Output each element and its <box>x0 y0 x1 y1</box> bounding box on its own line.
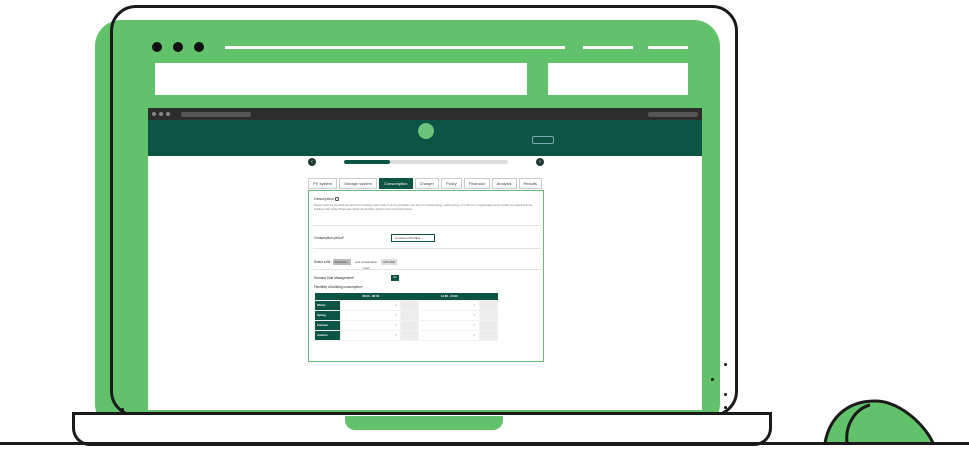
table-header-cell <box>314 293 341 300</box>
table-row: Summer 0 0 <box>314 319 499 331</box>
browser-toolbar <box>148 108 702 120</box>
window-dots <box>152 42 204 52</box>
tab-policy[interactable]: Policy <box>440 178 462 189</box>
flexibility-table: 06:00 - 08:00 14:00 - 24:00 Winter 0 0 Sprin… <box>314 293 499 341</box>
tab-consumption[interactable]: Consumption <box>378 178 413 189</box>
flexibility-input[interactable]: 0 <box>339 319 402 331</box>
table-row: Autumn 0 0 <box>314 329 499 341</box>
tab-analysis[interactable]: Analysis <box>491 178 517 189</box>
tab-storage-system[interactable]: Storage system <box>339 178 377 189</box>
reload-icon[interactable] <box>166 112 170 116</box>
demand-side-toggle[interactable]: No <box>391 275 399 281</box>
laptop-notch <box>345 416 503 430</box>
wizard-tabs: PV system Storage system Consumption Charge… <box>308 178 542 189</box>
right-arrow-icon[interactable]: › <box>536 158 544 166</box>
flexibility-input[interactable] <box>478 329 499 341</box>
table-row: Spring 0 0 <box>314 309 499 321</box>
flexibility-input[interactable]: 0 <box>339 299 402 311</box>
flexibility-input[interactable]: 0 <box>418 299 480 311</box>
demand-side-label: Demand Side Management* <box>314 276 355 280</box>
mouse-illustration <box>823 399 935 444</box>
title-line-short <box>583 46 633 49</box>
title-line <box>225 46 565 49</box>
table-header-cell <box>479 293 498 300</box>
flexibility-input[interactable] <box>400 329 420 341</box>
consumption-panel: Description Please insert the electricit… <box>308 190 544 362</box>
table-row: Winter 0 0 <box>314 299 499 311</box>
wizard-progress: ‹ › <box>308 158 548 168</box>
description-text: Please insert the electricity demand of … <box>314 204 533 211</box>
flexibility-label: Flexibility of building consumption* <box>314 285 363 289</box>
flexibility-input[interactable] <box>478 299 499 311</box>
table-header-cell <box>400 293 419 300</box>
logo-icon <box>418 123 434 139</box>
side-box <box>548 63 688 95</box>
forward-icon[interactable] <box>159 112 163 116</box>
file-label: Select a file <box>314 260 331 264</box>
flexibility-input[interactable]: 0 <box>418 309 480 321</box>
title-line-short-2 <box>648 46 688 49</box>
app-header <box>148 120 702 156</box>
address-box <box>155 63 527 95</box>
season-label: Spring <box>314 309 341 321</box>
tab-financial[interactable]: Financial <box>463 178 490 189</box>
chevron-down-icon: ⌄ <box>421 236 424 240</box>
browser-search[interactable] <box>648 111 698 117</box>
info-icon[interactable] <box>335 196 340 201</box>
progress-track <box>344 160 508 164</box>
table-header-cell: 06:00 - 08:00 <box>340 293 401 300</box>
flexibility-input[interactable]: 0 <box>418 319 480 331</box>
description-title: Description <box>314 196 340 201</box>
season-label: Autumn <box>314 329 341 341</box>
back-icon[interactable] <box>152 112 156 116</box>
flexibility-input[interactable] <box>478 319 499 331</box>
tab-results[interactable]: Results <box>518 178 542 189</box>
url-bar[interactable] <box>181 111 251 117</box>
flexibility-input[interactable]: 0 <box>418 329 480 341</box>
flexibility-input[interactable] <box>400 309 420 321</box>
consumption-period-select[interactable]: Consumed Profiles ⌄ <box>391 234 435 242</box>
consumption-period-label: Consumption period* <box>314 236 344 240</box>
flexibility-input[interactable] <box>400 319 420 331</box>
tab-pv-system[interactable]: PV system <box>308 178 338 189</box>
flexibility-input[interactable]: 0 <box>339 329 402 341</box>
season-label: Winter <box>314 299 341 311</box>
upload-button[interactable]: UPLOAD <box>381 259 397 265</box>
ground-line <box>0 442 969 445</box>
left-arrow-icon[interactable]: ‹ <box>308 158 316 166</box>
flexibility-input[interactable] <box>400 299 420 311</box>
browse-button[interactable]: Duplicate... <box>333 259 351 265</box>
flexibility-input[interactable] <box>478 309 499 321</box>
app-screen: ‹ › PV system Storage system Consumption Ch… <box>148 108 702 410</box>
season-label: Summer <box>314 319 341 331</box>
file-name: your consumption (.csv) <box>354 260 378 270</box>
progress-fill <box>344 160 390 164</box>
table-header-cell: 14:00 - 24:00 <box>418 293 480 300</box>
tab-charger[interactable]: Charger <box>414 178 439 189</box>
header-button[interactable] <box>532 136 554 144</box>
flexibility-input[interactable]: 0 <box>339 309 402 321</box>
